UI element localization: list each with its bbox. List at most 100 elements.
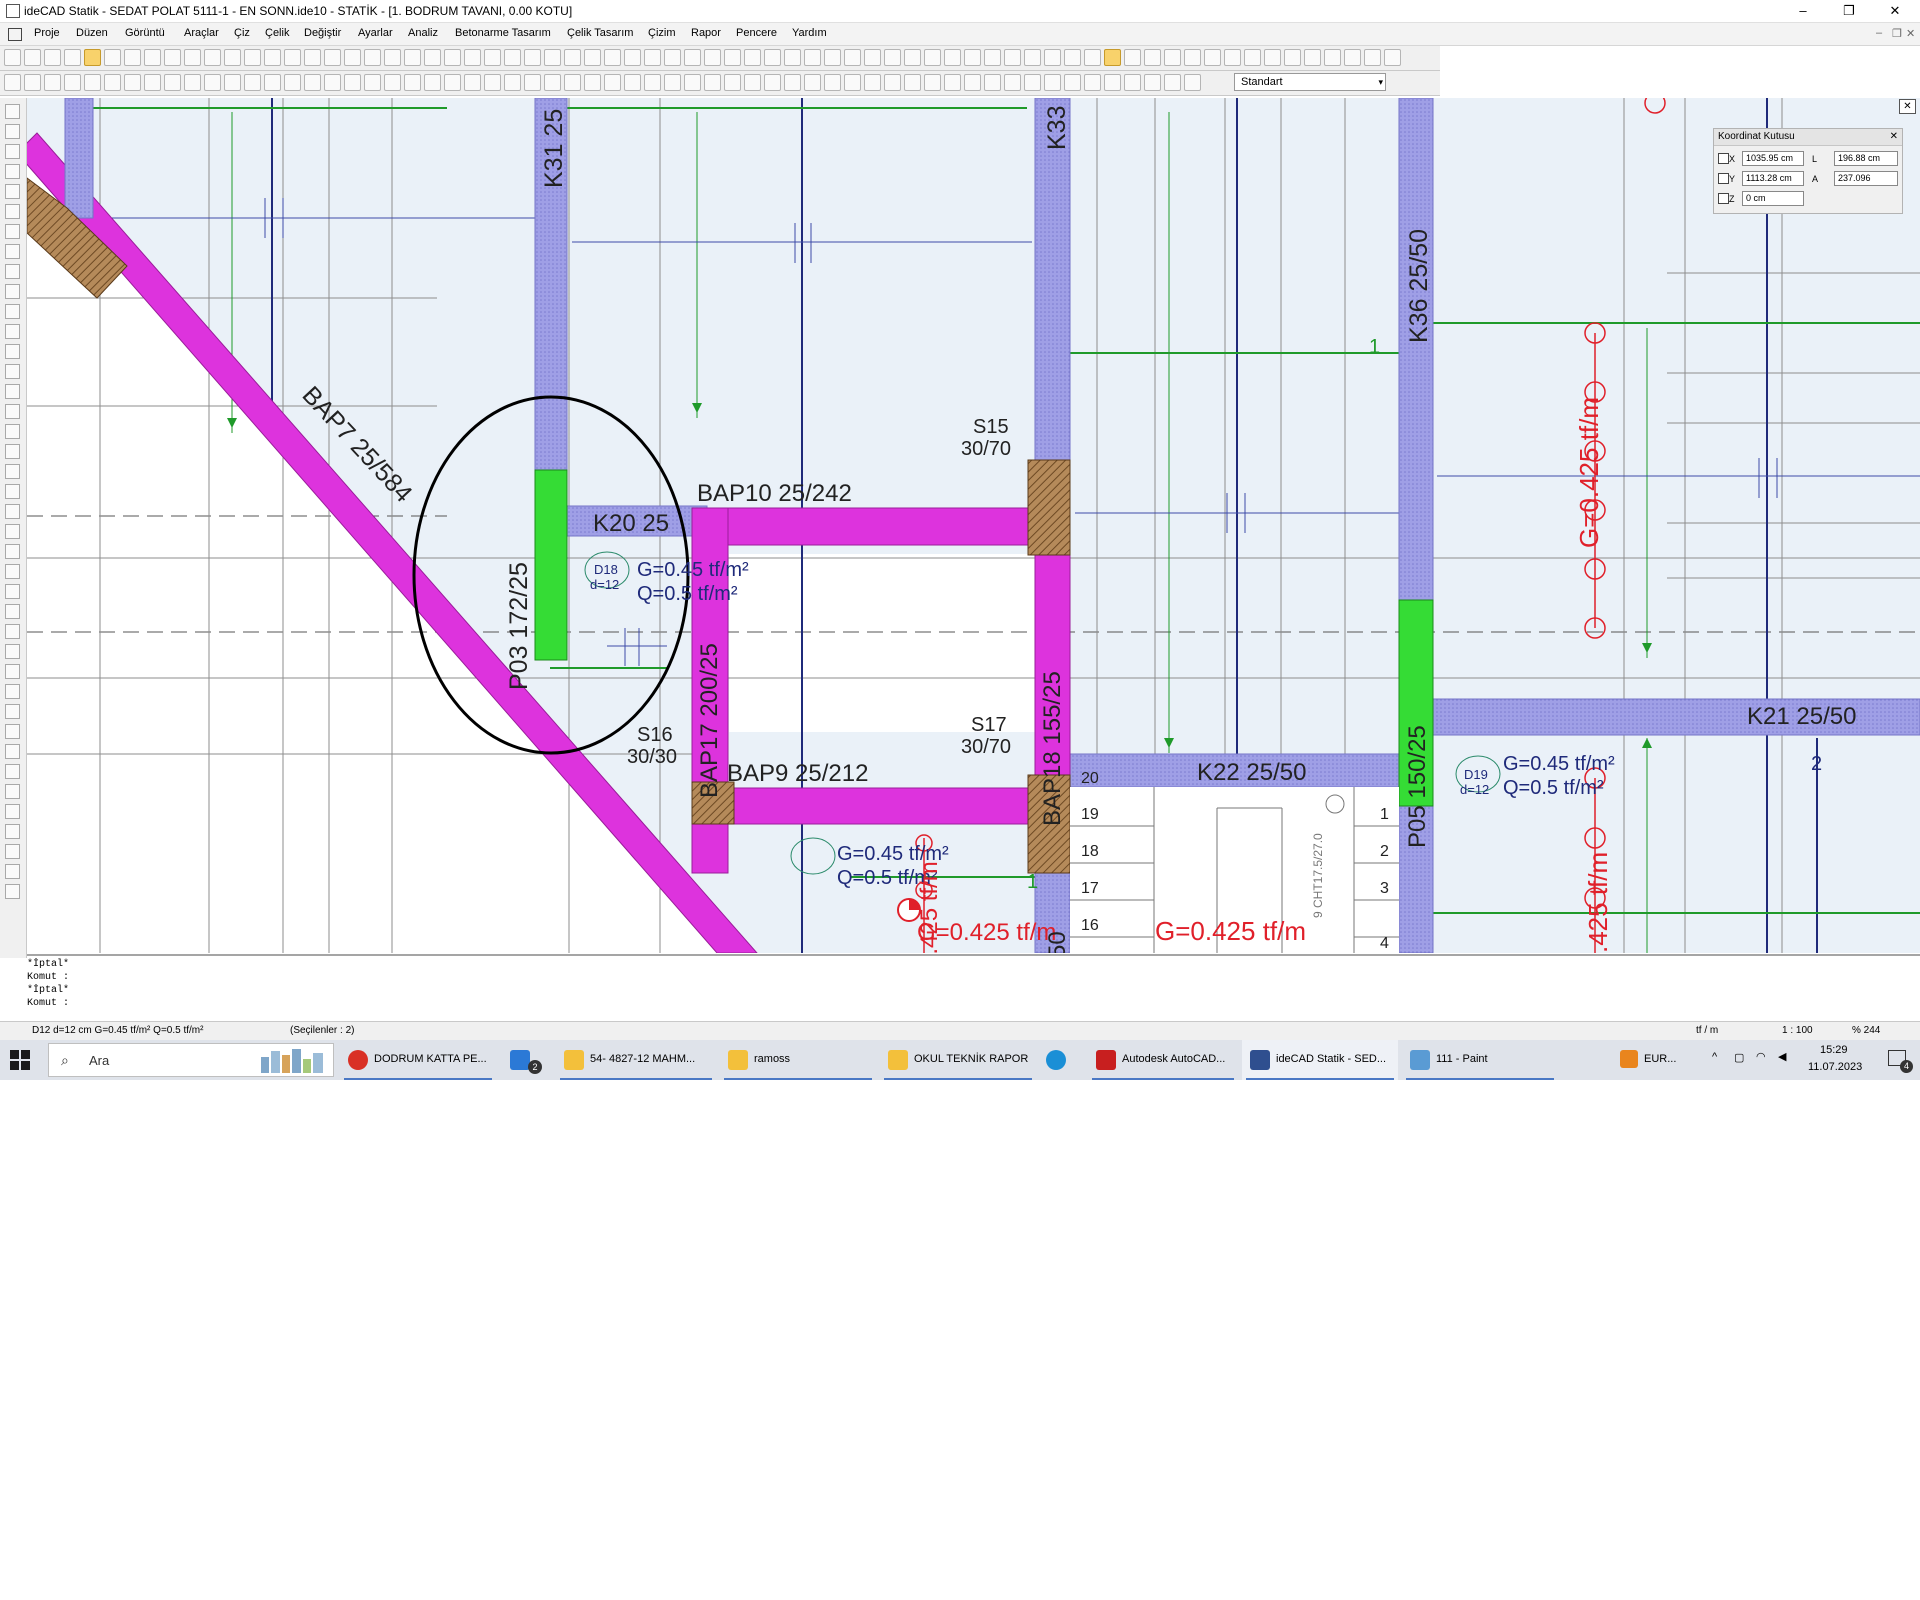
menu-yardim[interactable]: Yardım [792,27,827,39]
meet-icon[interactable]: ▢ [1734,1051,1744,1064]
toolbar-tool-button[interactable] [44,74,61,91]
side-tool-button[interactable] [5,644,20,659]
toolbar-tool-button[interactable] [284,74,301,91]
toolbar-tool-button[interactable] [224,74,241,91]
windows-start-icon[interactable] [10,1050,30,1070]
toolbar-tool-button[interactable] [684,74,701,91]
side-tool-button[interactable] [5,624,20,639]
toolbar-tool-button[interactable] [584,74,601,91]
currency-widget[interactable]: EUR... [1616,1040,1716,1080]
toolbar-tool-button[interactable] [84,49,101,66]
toolbar-tool-button[interactable] [584,49,601,66]
z-field[interactable]: 0 cm [1742,191,1804,206]
toolbar-tool-button[interactable] [1104,74,1121,91]
toolbar-tool-button[interactable] [964,74,981,91]
toolbar-tool-button[interactable] [1164,49,1181,66]
toolbar-tool-button[interactable] [4,49,21,66]
toolbar-tool-button[interactable] [484,49,501,66]
side-tool-button[interactable] [5,764,20,779]
toolbar-tool-button[interactable] [1064,74,1081,91]
toolbar-tool-button[interactable] [1144,49,1161,66]
toolbar-tool-button[interactable] [1124,49,1141,66]
menu-goruntu[interactable]: Görüntü [125,27,165,39]
toolbar-tool-button[interactable] [1284,49,1301,66]
toolbar-tool-button[interactable] [1044,49,1061,66]
side-tool-button[interactable] [5,724,20,739]
toolbar-tool-button[interactable] [1104,49,1121,66]
y-field[interactable]: 1113.28 cm [1742,171,1804,186]
toolbar-tool-button[interactable] [664,49,681,66]
toolbar-tool-button[interactable] [604,74,621,91]
y-lock-checkbox[interactable] [1718,173,1729,184]
toolbar-tool-button[interactable] [1264,49,1281,66]
maximize-button[interactable]: ❐ [1826,0,1872,22]
toolbar-tool-button[interactable] [524,49,541,66]
coordinate-box-header[interactable]: Koordinat Kutusu ✕ [1714,129,1902,146]
menu-cizim[interactable]: Çizim [648,27,676,39]
side-tool-button[interactable] [5,604,20,619]
menu-proje[interactable]: Proje [34,27,60,39]
side-tool-button[interactable] [5,224,20,239]
side-tool-button[interactable] [5,304,20,319]
toolbar-tool-button[interactable] [264,74,281,91]
toolbar-tool-button[interactable] [944,74,961,91]
toolbar-tool-button[interactable] [284,49,301,66]
toolbar-tool-button[interactable] [144,74,161,91]
menu-celik-tasarim[interactable]: Çelik Tasarım [567,27,633,39]
beam-bap9[interactable] [721,787,1053,825]
toolbar-tool-button[interactable] [764,74,781,91]
toolbar-tool-button[interactable] [1364,49,1381,66]
canvas-close-button[interactable]: ✕ [1899,99,1916,114]
toolbar-tool-button[interactable] [944,49,961,66]
toolbar-tool-button[interactable] [84,74,101,91]
toolbar-tool-button[interactable] [884,49,901,66]
taskbar-search[interactable]: ⌕ Ara [48,1043,334,1077]
toolbar-tool-button[interactable] [244,74,261,91]
taskbar-app-chrome[interactable]: DODRUM KATTA PE... [340,1040,496,1080]
toolbar-tool-button[interactable] [364,74,381,91]
toolbar-tool-button[interactable] [444,74,461,91]
side-tool-button[interactable] [5,504,20,519]
side-tool-button[interactable] [5,184,20,199]
toolbar-tool-button[interactable] [744,74,761,91]
toolbar-tool-button[interactable] [424,49,441,66]
toolbar-tool-button[interactable] [784,74,801,91]
toolbar-tool-button[interactable] [1084,74,1101,91]
toolbar-tool-button[interactable] [424,74,441,91]
side-tool-button[interactable] [5,244,20,259]
toolbar-tool-button[interactable] [384,74,401,91]
menu-ciz[interactable]: Çiz [234,27,250,39]
side-tool-button[interactable] [5,284,20,299]
toolbar-tool-button[interactable] [1184,74,1201,91]
toolbar-tool-button[interactable] [624,49,641,66]
close-button[interactable]: ✕ [1872,0,1918,22]
minimize-button[interactable]: – [1780,0,1826,22]
toolbar-tool-button[interactable] [1304,49,1321,66]
toolbar-tool-button[interactable] [884,74,901,91]
toolbar-tool-button[interactable] [504,49,521,66]
toolbar-tool-button[interactable] [864,49,881,66]
toolbar-tool-button[interactable] [544,49,561,66]
side-tool-button[interactable] [5,464,20,479]
menu-pencere[interactable]: Pencere [736,27,777,39]
toolbar-tool-button[interactable] [444,49,461,66]
toolbar-tool-button[interactable] [184,74,201,91]
side-tool-button[interactable] [5,524,20,539]
toolbar-tool-button[interactable] [644,74,661,91]
menu-analiz[interactable]: Analiz [408,27,438,39]
beam-left-top[interactable] [64,98,94,219]
toolbar-tool-button[interactable] [964,49,981,66]
toolbar-tool-button[interactable] [244,49,261,66]
toolbar-tool-button[interactable] [124,74,141,91]
chevron-up-icon[interactable]: ^ [1712,1051,1717,1063]
toolbar-tool-button[interactable] [1084,49,1101,66]
inner-close-button[interactable]: ✕ [1906,27,1915,40]
toolbar-tool-button[interactable] [1024,49,1041,66]
side-tool-button[interactable] [5,684,20,699]
toolbar-tool-button[interactable] [864,74,881,91]
toolbar-tool-button[interactable] [564,49,581,66]
toolbar-tool-button[interactable] [804,74,821,91]
taskbar-app-autocad[interactable]: Autodesk AutoCAD... [1088,1040,1238,1080]
toolbar-tool-button[interactable] [904,49,921,66]
toolbar-tool-button[interactable] [204,74,221,91]
